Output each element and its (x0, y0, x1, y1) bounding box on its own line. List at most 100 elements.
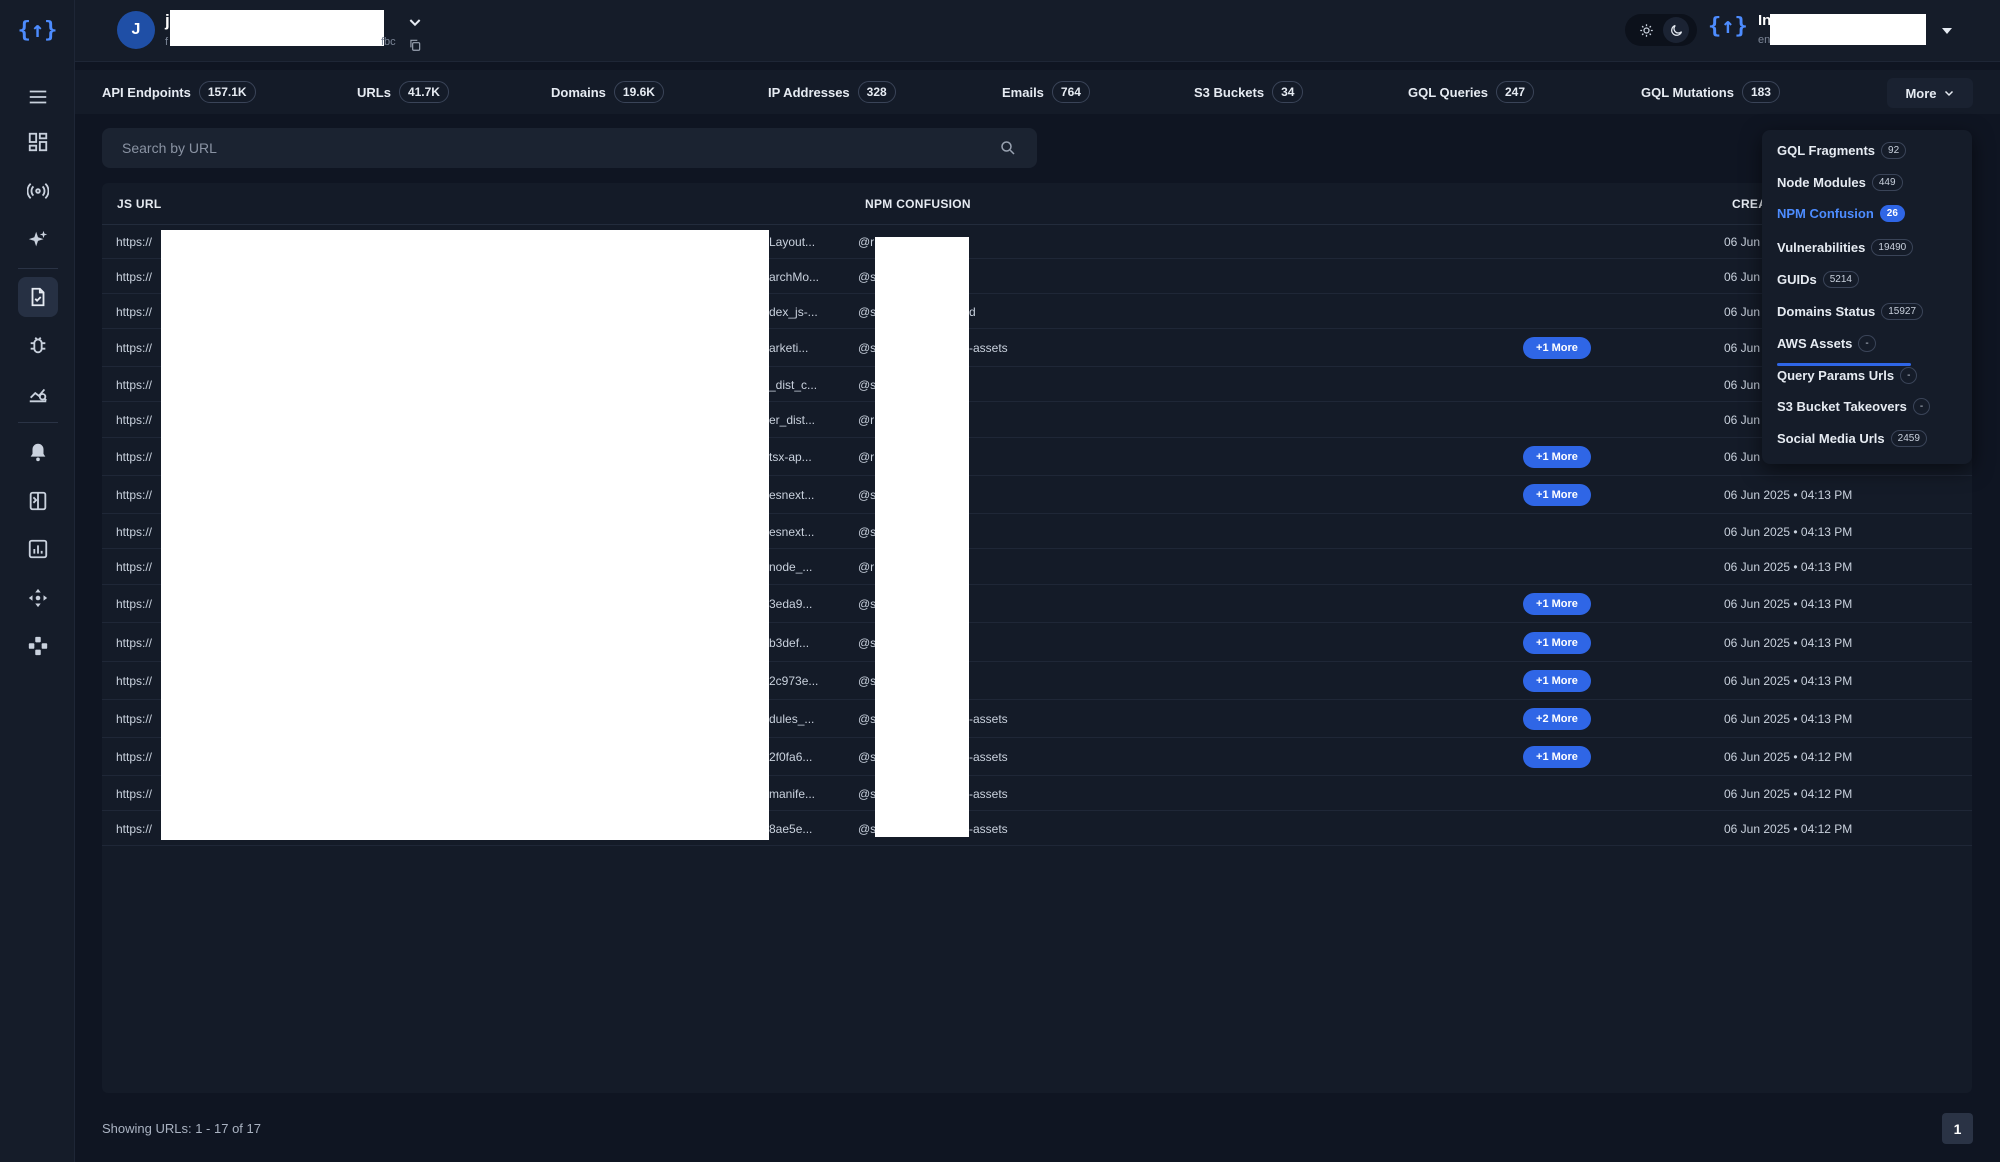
created-date: 06 Jun 2025 • 04:13 PM (1724, 525, 1853, 539)
npm-package-prefix: @r (858, 235, 875, 249)
search-icon[interactable] (999, 139, 1017, 160)
page-button[interactable]: 1 (1942, 1113, 1973, 1144)
bell-icon[interactable] (18, 432, 58, 472)
chart-search-icon[interactable] (18, 374, 58, 414)
stat-s3-buckets[interactable]: S3 Buckets 34 (1194, 81, 1304, 103)
more-packages-button[interactable]: +1 More (1523, 593, 1591, 615)
more-packages-button[interactable]: +2 More (1523, 708, 1591, 730)
created-date: 06 Jun (1724, 270, 1761, 284)
created-date: 06 Jun 2025 • 04:13 PM (1724, 560, 1853, 574)
js-url-prefix: https:// (116, 525, 153, 539)
dropdown-item-vulnerabilities[interactable]: Vulnerabilities 19490 (1777, 239, 1914, 256)
more-packages-button[interactable]: +1 More (1523, 337, 1591, 359)
created-date: 06 Jun 2025 • 04:12 PM (1724, 822, 1853, 836)
npm-package-prefix: @s (858, 674, 877, 688)
dropdown-item-label: S3 Bucket Takeovers (1777, 399, 1907, 414)
caret-down-icon[interactable] (1941, 24, 1953, 39)
dropdown-item-count: 19490 (1871, 239, 1914, 256)
dropdown-item-label: NPM Confusion (1777, 206, 1874, 221)
created-date: 06 Jun 2025 • 04:13 PM (1724, 636, 1853, 650)
bug-icon[interactable] (18, 325, 58, 365)
dropdown-item-domains-status[interactable]: Domains Status 15927 (1777, 303, 1924, 320)
dropdown-item-aws-assets[interactable]: AWS Assets - (1777, 335, 1876, 352)
stat-count: 328 (857, 81, 896, 103)
npm-package-prefix: @s (858, 597, 877, 611)
dropdown-item-count: 92 (1881, 142, 1907, 159)
top-header: J j f fbc {↑} In ) en o (75, 0, 2000, 62)
stat-urls[interactable]: URLs 41.7K (357, 81, 449, 103)
app-logo[interactable]: {↑} (0, 18, 75, 43)
stat-domains[interactable]: Domains 19.6K (551, 81, 664, 103)
created-date: 06 Jun (1724, 450, 1761, 464)
table-header: JS URL NPM CONFUSION CREA (102, 183, 1972, 225)
user-email-prefix: en (1758, 34, 1771, 46)
dropdown-item-count: - (1858, 335, 1876, 352)
menu-icon[interactable] (18, 77, 58, 117)
stat-ip-addresses[interactable]: IP Addresses 328 (768, 81, 896, 103)
stat-label: S3 Buckets (1194, 84, 1265, 100)
stat-gql-mutations[interactable]: GQL Mutations 183 (1641, 81, 1780, 103)
stat-emails[interactable]: Emails 764 (1002, 81, 1090, 103)
created-date: 06 Jun 2025 • 04:12 PM (1724, 750, 1853, 764)
org-id-suffix: fbc (381, 36, 396, 48)
moon-icon[interactable] (1663, 17, 1689, 43)
sparkle-icon[interactable] (18, 220, 58, 260)
dropdown-item-npm-confusion[interactable]: NPM Confusion 26 (1777, 205, 1905, 222)
column-header-js-url[interactable]: JS URL (117, 197, 161, 211)
js-url-prefix: https:// (116, 636, 153, 650)
dropdown-item-count: 2459 (1890, 430, 1927, 447)
dashboard-icon[interactable] (18, 122, 58, 162)
org-avatar[interactable]: J (117, 11, 155, 49)
search-input[interactable] (102, 128, 982, 168)
more-packages-button[interactable]: +1 More (1523, 446, 1591, 468)
created-date: 06 Jun 2025 • 04:13 PM (1724, 488, 1853, 502)
dropdown-item-label: Domains Status (1777, 304, 1876, 319)
dropdown-item-count: 449 (1871, 174, 1903, 191)
dropdown-item-node-modules[interactable]: Node Modules 449 (1777, 174, 1903, 191)
chevron-down-icon[interactable] (407, 14, 423, 33)
broadcast-icon[interactable] (18, 171, 58, 211)
sun-icon[interactable] (1633, 17, 1659, 43)
column-header-npm-confusion[interactable]: NPM CONFUSION (865, 197, 971, 211)
created-date: 06 Jun 2025 • 04:13 PM (1724, 597, 1853, 611)
npm-package-prefix: @r (858, 450, 875, 464)
theme-toggle[interactable] (1625, 14, 1697, 46)
copy-icon[interactable] (408, 38, 422, 55)
more-packages-button[interactable]: +1 More (1523, 632, 1591, 654)
npm-package-prefix: @s (858, 636, 877, 650)
js-url-prefix: https:// (116, 597, 153, 611)
more-packages-button[interactable]: +1 More (1523, 484, 1591, 506)
npm-package-suffix: -assets (969, 750, 1008, 764)
dropdown-item-label: Vulnerabilities (1777, 240, 1866, 255)
book-icon[interactable] (18, 481, 58, 521)
npm-package-suffix: -assets (969, 787, 1008, 801)
js-url-prefix: https:// (116, 560, 153, 574)
dropdown-item-social-media-urls[interactable]: Social Media Urls 2459 (1777, 430, 1927, 447)
js-url-prefix: https:// (116, 787, 153, 801)
dropdown-item-query-params-urls[interactable]: Query Params Urls - (1777, 367, 1918, 384)
stat-label: Emails (1002, 84, 1044, 100)
move-icon[interactable] (18, 578, 58, 618)
created-date: 06 Jun 2025 • 04:13 PM (1724, 712, 1853, 726)
more-packages-button[interactable]: +1 More (1523, 746, 1591, 768)
bar-chart-icon[interactable] (18, 529, 58, 569)
js-url-prefix: https:// (116, 235, 153, 249)
dropdown-item-s3-bucket-takeovers[interactable]: S3 Bucket Takeovers - (1777, 398, 1931, 415)
arrows-icon[interactable] (18, 626, 58, 666)
more-button[interactable]: More (1887, 78, 1973, 108)
dropdown-item-label: Social Media Urls (1777, 431, 1885, 446)
dropdown-item-gql-fragments[interactable]: GQL Fragments 92 (1777, 142, 1907, 159)
js-url-suffix: esnext... (769, 525, 815, 539)
js-url-prefix: https:// (116, 822, 153, 836)
js-url-prefix: https:// (116, 341, 153, 355)
showing-count: Showing URLs: 1 - 17 of 17 (102, 1121, 261, 1136)
stat-gql-queries[interactable]: GQL Queries 247 (1408, 81, 1534, 103)
chevron-down-icon (1944, 90, 1953, 97)
more-packages-button[interactable]: +1 More (1523, 670, 1591, 692)
created-date: 06 Jun (1724, 305, 1761, 319)
document-check-icon[interactable] (18, 277, 58, 317)
dropdown-item-guids[interactable]: GUIDs 5214 (1777, 271, 1859, 288)
stat-api-endpoints[interactable]: API Endpoints 157.1K (102, 81, 256, 103)
npm-package-prefix: @r (858, 413, 875, 427)
js-url-suffix: b3def... (769, 636, 810, 650)
